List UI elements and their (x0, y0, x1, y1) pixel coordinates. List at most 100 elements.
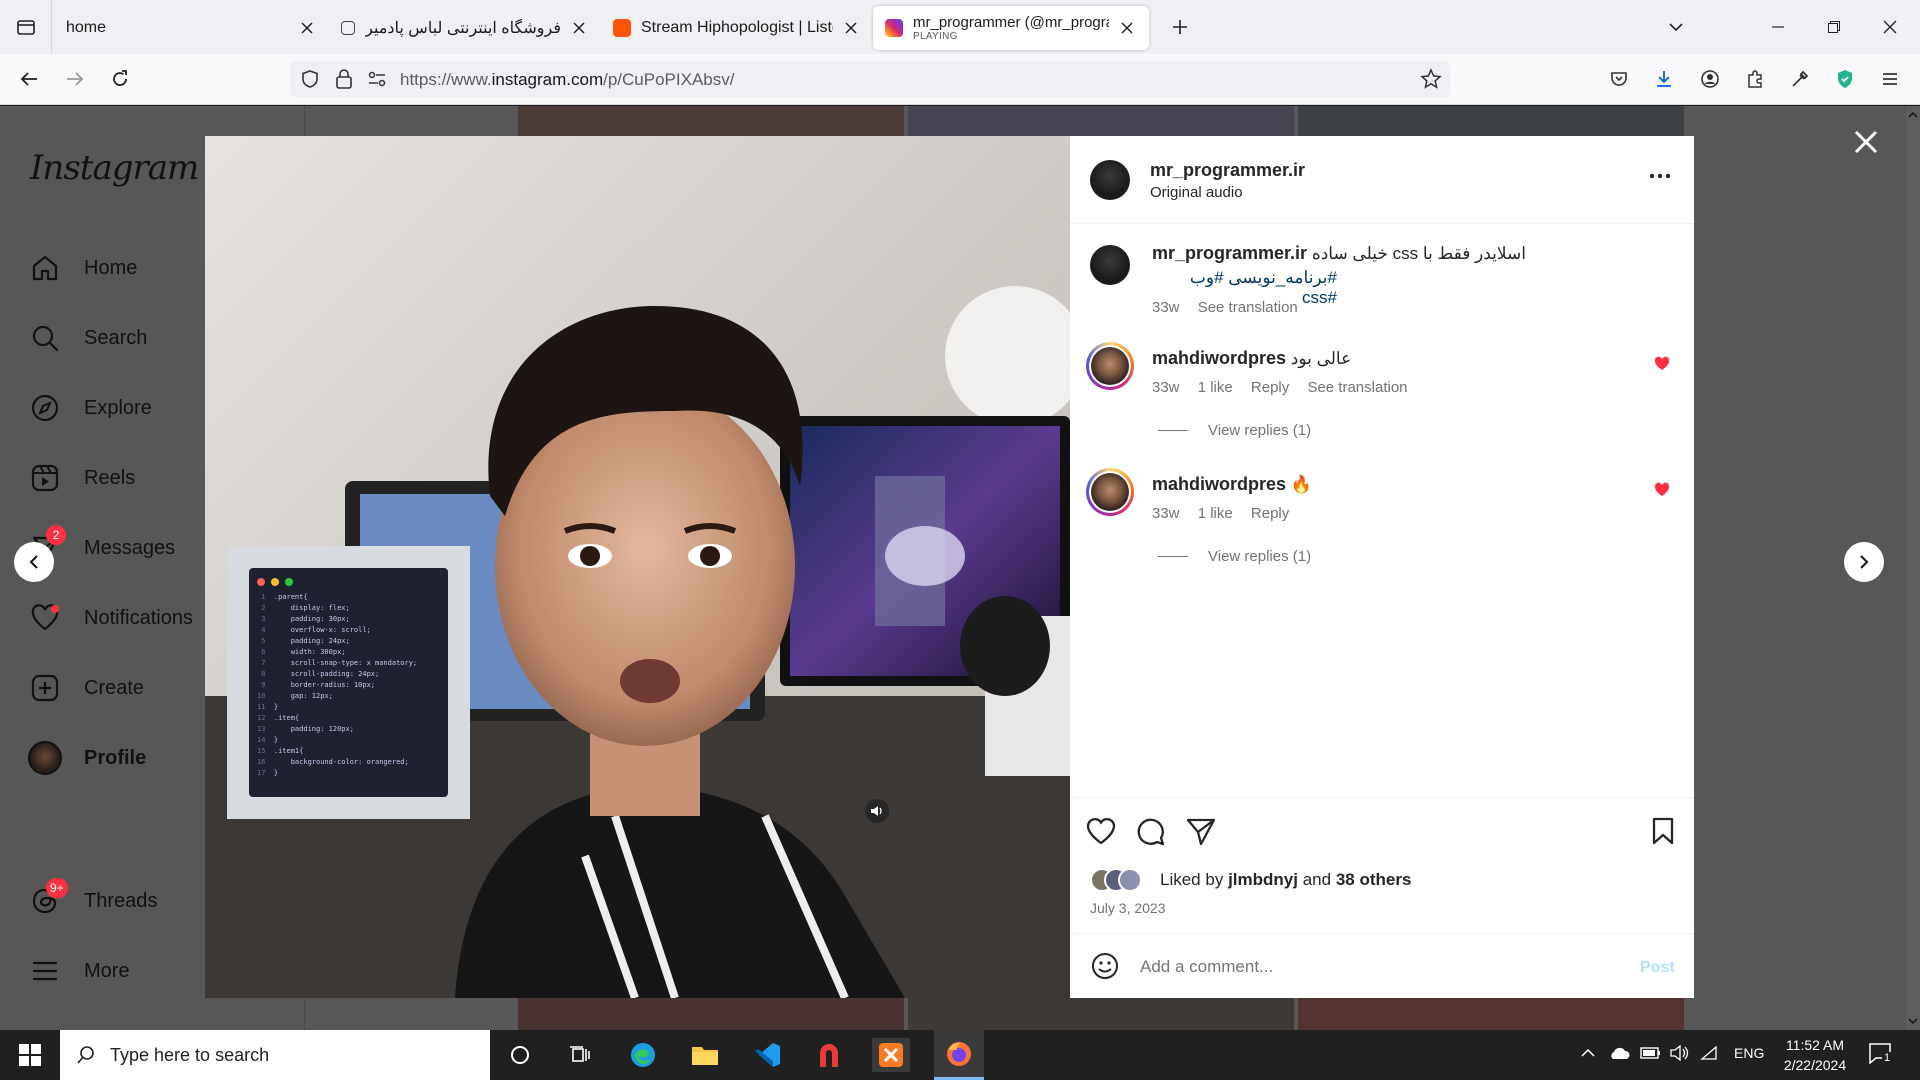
url-text[interactable]: https://www.instagram.com/p/CuPoPIXAbsv/ (400, 70, 734, 90)
input-language[interactable]: ENG (1734, 1045, 1764, 1061)
author-avatar[interactable] (1090, 160, 1130, 200)
instagram-logo[interactable]: Instagram (30, 148, 199, 188)
close-icon[interactable] (841, 18, 861, 38)
clock[interactable]: 11:52 AM 2/22/2024 (1770, 1035, 1860, 1075)
post-comment-button[interactable]: Post (1640, 959, 1675, 977)
tab-home[interactable]: home (54, 6, 329, 50)
comment-like-button[interactable] (1654, 356, 1670, 372)
downloads-button[interactable] (1647, 62, 1681, 96)
forward-button[interactable] (58, 62, 92, 96)
taskbar-file-explorer[interactable] (686, 1038, 724, 1072)
taskbar-firefox[interactable] (934, 1030, 984, 1080)
lock-icon[interactable] (334, 68, 354, 90)
permissions-icon[interactable] (367, 70, 387, 88)
tab-instagram[interactable]: mr_programmer (@mr_program PLAYING (873, 6, 1149, 50)
author-username[interactable]: mr_programmer.ir (1150, 160, 1305, 181)
page-scrollbar[interactable] (1906, 106, 1920, 1030)
network-icon[interactable] (1700, 1045, 1718, 1061)
comment-likes[interactable]: 1 like (1198, 505, 1233, 522)
like-button[interactable] (1084, 814, 1118, 848)
close-icon[interactable] (569, 18, 589, 38)
volume-icon[interactable] (1670, 1045, 1690, 1061)
code-line: 14 } (257, 736, 279, 744)
author-avatar[interactable] (1090, 245, 1130, 285)
taskbar-search[interactable]: Type here to search (60, 1030, 490, 1080)
start-button[interactable] (0, 1030, 60, 1080)
grid-thumbnail[interactable] (908, 998, 1294, 1030)
taskbar-vscode[interactable] (748, 1038, 786, 1072)
comment-text: عالی بود (1290, 349, 1352, 368)
action-center-button[interactable]: 1 (1868, 1042, 1893, 1064)
comment-meta: 33w 1 like Reply (1152, 505, 1303, 522)
show-hidden-icons[interactable] (1580, 1045, 1596, 1061)
audio-label[interactable]: Original audio (1150, 184, 1243, 201)
post-date[interactable]: July 3, 2023 (1090, 900, 1166, 916)
view-replies-button[interactable]: View replies (1) (1158, 548, 1311, 565)
commenter-avatar[interactable] (1086, 342, 1134, 390)
battery-icon[interactable] (1640, 1045, 1662, 1061)
account-button[interactable] (1693, 62, 1727, 96)
grid-thumbnail[interactable] (1298, 998, 1684, 1030)
menu-button[interactable] (1873, 62, 1907, 96)
close-window-button[interactable] (1862, 0, 1918, 54)
pocket-button[interactable] (1602, 62, 1636, 96)
liked-by-user[interactable]: jlmbdnyj (1228, 870, 1298, 889)
tab-overflow-button[interactable] (1648, 0, 1704, 54)
task-view-button[interactable] (562, 1040, 598, 1070)
tracking-shield-icon[interactable] (300, 69, 320, 89)
eyedropper-icon (1792, 70, 1809, 87)
scroll-up-icon[interactable] (1906, 108, 1920, 122)
taskbar-xampp[interactable] (872, 1038, 910, 1072)
caption-username[interactable]: mr_programmer.ir (1152, 243, 1307, 263)
see-translation-link[interactable]: See translation (1307, 379, 1407, 396)
tab-list-button[interactable] (0, 0, 52, 54)
extensions-button[interactable] (1738, 62, 1772, 96)
more-options-button[interactable] (1648, 172, 1672, 180)
mute-button[interactable] (865, 799, 889, 823)
taskbar-edge[interactable] (624, 1038, 662, 1072)
url-domain: instagram.com (491, 70, 604, 89)
onedrive-icon[interactable] (1608, 1045, 1630, 1061)
reply-button[interactable]: Reply (1251, 505, 1289, 522)
see-translation-link[interactable]: See translation (1198, 299, 1298, 316)
commenter-avatar[interactable] (1086, 468, 1134, 516)
reply-button[interactable]: Reply (1251, 379, 1289, 396)
vpn-extension[interactable] (1828, 62, 1862, 96)
reload-button[interactable] (103, 62, 137, 96)
liker-avatars[interactable] (1090, 868, 1150, 892)
close-icon (1854, 130, 1878, 154)
comment-button[interactable] (1134, 814, 1168, 848)
close-modal-button[interactable] (1850, 126, 1882, 158)
emoji-button[interactable] (1090, 951, 1120, 981)
new-tab-button[interactable] (1157, 4, 1203, 50)
comment-like-button[interactable] (1654, 482, 1670, 498)
close-icon[interactable] (297, 18, 317, 38)
grid-thumbnail[interactable] (518, 998, 904, 1030)
restore-button[interactable] (1806, 0, 1862, 54)
bookmark-star-icon[interactable] (1420, 68, 1442, 90)
cortana-button[interactable] (502, 1040, 538, 1070)
grid-thumbnail[interactable] (908, 106, 1294, 136)
comment-input[interactable] (1140, 954, 1610, 980)
post-video[interactable]: 1 .parent{ 2 display: flex; 3 padding: 3… (205, 136, 1070, 998)
share-button[interactable] (1184, 814, 1218, 848)
comment-username[interactable]: mahdiwordpres (1152, 348, 1286, 368)
comment-likes[interactable]: 1 like (1198, 379, 1233, 396)
previous-post-button[interactable] (14, 542, 54, 582)
close-icon[interactable] (1117, 18, 1137, 38)
grid-thumbnail[interactable] (1298, 106, 1684, 136)
scroll-down-icon[interactable] (1906, 1014, 1920, 1028)
address-bar[interactable]: https://www.instagram.com/p/CuPoPIXAbsv/ (290, 61, 1450, 97)
minimize-button[interactable] (1750, 0, 1806, 54)
eyedropper-extension[interactable] (1783, 62, 1817, 96)
tab-soundcloud[interactable]: Stream Hiphopologist | Listen t (601, 6, 873, 50)
save-button[interactable] (1646, 814, 1680, 848)
back-button[interactable] (12, 62, 46, 96)
grid-thumbnail[interactable] (518, 106, 904, 136)
liked-by-others[interactable]: 38 others (1336, 870, 1412, 889)
comment-username[interactable]: mahdiwordpres (1152, 474, 1286, 494)
next-post-button[interactable] (1844, 542, 1884, 582)
taskbar-magnet-app[interactable] (810, 1038, 848, 1072)
tab-padmira[interactable]: فروشگاه اینترنتی لباس پادمیرا |< (329, 6, 601, 50)
view-replies-button[interactable]: View replies (1) (1158, 422, 1311, 439)
